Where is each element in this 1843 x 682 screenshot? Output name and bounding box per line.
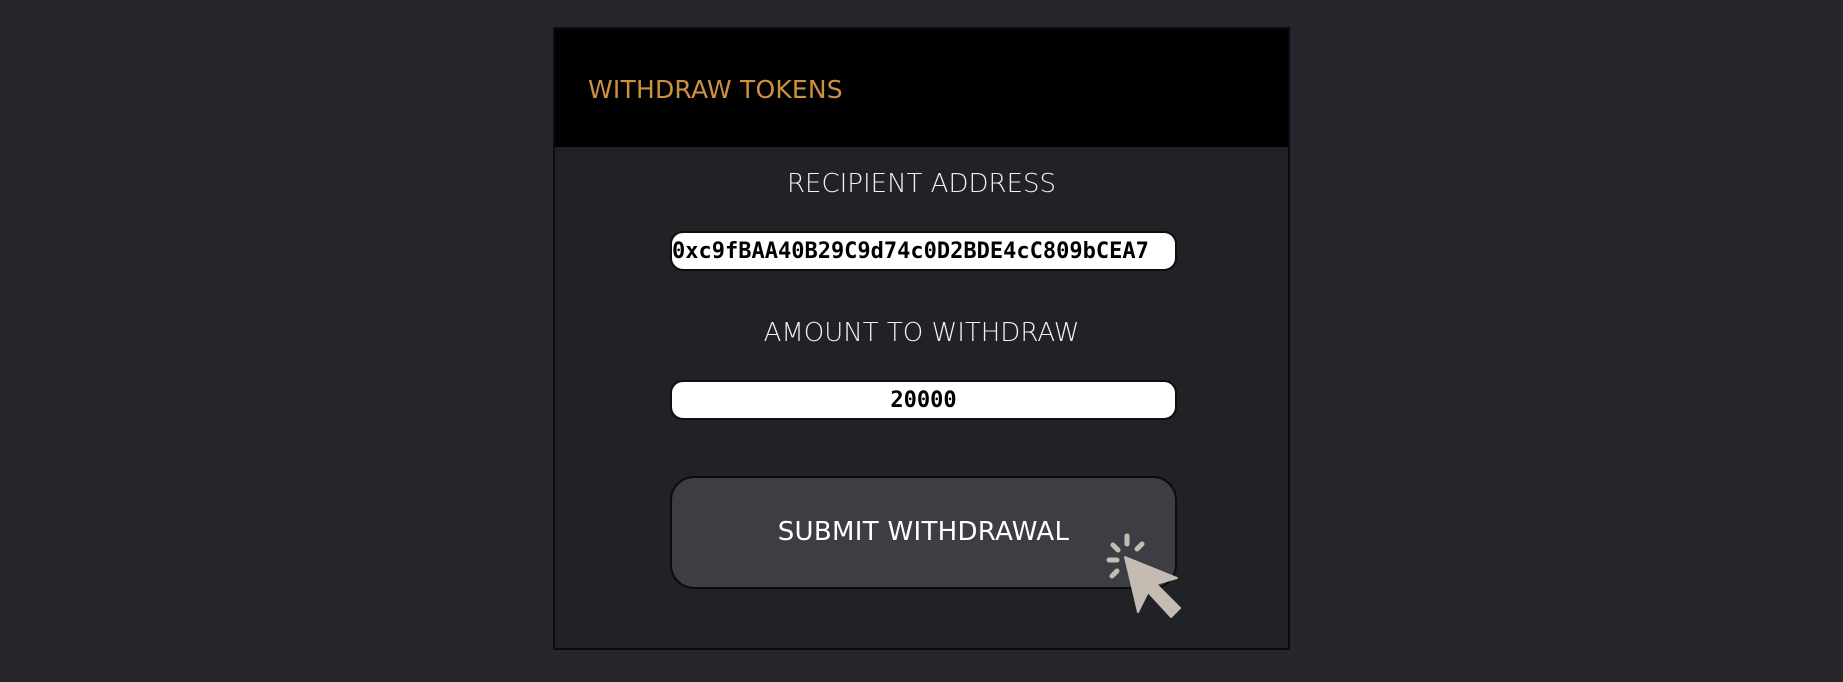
card-header: WITHDRAW TOKENS: [555, 29, 1288, 147]
amount-input[interactable]: [670, 380, 1177, 420]
recipient-address-input[interactable]: [670, 231, 1177, 271]
click-cursor-icon: [1106, 533, 1181, 618]
card-title: WITHDRAW TOKENS: [588, 75, 843, 104]
amount-label: AMOUNT TO WITHDRAW: [763, 318, 1080, 348]
recipient-address-label: RECIPIENT ADDRESS: [786, 169, 1056, 199]
